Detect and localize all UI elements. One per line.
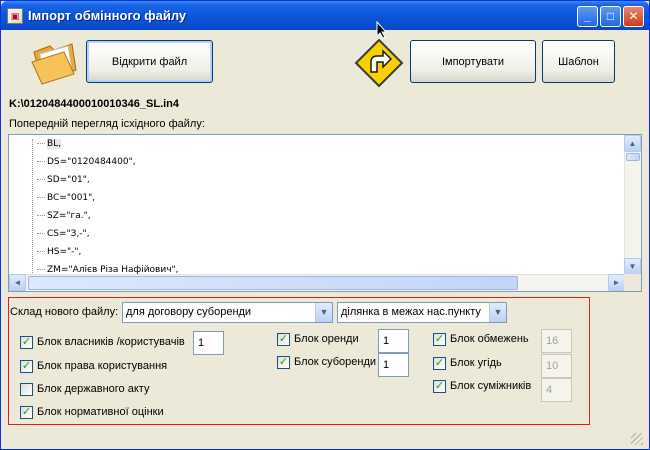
scroll-up-icon[interactable]: ▲: [624, 135, 641, 152]
scroll-left-icon[interactable]: ◄: [9, 274, 26, 291]
open-folder-icon: [31, 43, 77, 85]
open-file-button[interactable]: Відкрити файл: [86, 40, 213, 83]
chevron-down-icon: ▼: [315, 303, 332, 322]
window-client: Відкрити файл Імпортувати Шаблон K:\0120…: [4, 30, 646, 448]
normative-checkbox[interactable]: ✓: [20, 406, 33, 419]
normative-label: Блок нормативної оцінки: [37, 406, 164, 418]
tree-node[interactable]: BC="001",: [37, 193, 95, 211]
import-arrow-icon: [354, 38, 404, 88]
rights-checkbox[interactable]: ✓: [20, 360, 33, 373]
state-act-checkbox[interactable]: [20, 383, 33, 396]
neighbors-checkbox[interactable]: ✓: [433, 380, 446, 393]
sublease-count-input[interactable]: 1: [378, 353, 409, 377]
owners-count-input[interactable]: 1: [193, 331, 224, 355]
agreements-label: Блок угідь: [450, 357, 502, 369]
neighbors-count-input: 4: [541, 378, 572, 402]
agreements-count-input: 10: [541, 354, 572, 378]
owners-label: Блок власників /користувачів: [37, 336, 185, 348]
window-title: Імпорт обмінного файлу: [28, 8, 187, 23]
tree-node[interactable]: SD="01",: [37, 175, 90, 193]
area-type-select[interactable]: ділянка в межах нас.пункту ▼: [337, 302, 507, 323]
rights-label: Блок права користування: [37, 360, 168, 372]
preview-label: Попередній перегляд іс­хідного файлу:: [9, 118, 205, 130]
mouse-cursor-icon: [376, 20, 388, 44]
tree-node[interactable]: CS="З,-",: [37, 229, 90, 247]
app-icon: ▣: [7, 8, 23, 24]
horizontal-scroll-thumb[interactable]: [28, 276, 518, 290]
lease-count-input[interactable]: 1: [378, 329, 409, 353]
neighbors-label: Блок суміжників: [450, 380, 532, 392]
import-window: ▣ Імпорт обмінного файлу _ □ ✕ Відкрити …: [0, 0, 650, 450]
tree-node[interactable]: HS="-",: [37, 247, 81, 265]
composition-label: Склад нового файлу:: [10, 306, 119, 318]
tree-node[interactable]: SZ="га.",: [37, 211, 91, 229]
close-button[interactable]: ✕: [623, 6, 644, 27]
state-act-label: Блок державного акту: [37, 383, 150, 395]
restrictions-count-input: 16: [541, 329, 572, 353]
file-composition-panel: Склад нового файлу: для договору суборен…: [8, 297, 590, 425]
agreements-checkbox[interactable]: ✓: [433, 357, 446, 370]
file-path: K:\0120484400010010346_SL.in4: [9, 98, 180, 110]
sublease-checkbox[interactable]: ✓: [277, 356, 290, 369]
horizontal-scrollbar[interactable]: ◄ ►: [9, 274, 626, 291]
preview-tree[interactable]: BL, DS="0120484400", SD="01", BC="001", …: [8, 134, 642, 292]
minimize-button[interactable]: _: [577, 6, 598, 27]
template-button[interactable]: Шаблон: [542, 40, 615, 83]
restrictions-checkbox[interactable]: ✓: [433, 333, 446, 346]
contract-type-select[interactable]: для договору суборенди ▼: [122, 302, 333, 323]
import-button[interactable]: Імпортувати: [410, 40, 536, 83]
vertical-scroll-thumb[interactable]: [626, 153, 640, 161]
resize-grip[interactable]: [631, 433, 643, 445]
scroll-right-icon[interactable]: ►: [608, 274, 625, 291]
tree-node[interactable]: BL,: [37, 139, 62, 157]
tree-node[interactable]: DS="0120484400",: [37, 157, 136, 175]
title-bar[interactable]: ▣ Імпорт обмінного файлу _ □ ✕: [1, 1, 649, 30]
restrictions-label: Блок обмежень: [450, 333, 529, 345]
chevron-down-icon: ▼: [489, 303, 506, 322]
owners-checkbox[interactable]: ✓: [20, 336, 33, 349]
scroll-down-icon[interactable]: ▼: [624, 258, 641, 275]
maximize-button[interactable]: □: [600, 6, 621, 27]
sublease-label: Блок суборенди: [294, 356, 377, 368]
lease-label: Блок оренди: [294, 333, 359, 345]
lease-checkbox[interactable]: ✓: [277, 333, 290, 346]
vertical-scrollbar[interactable]: ▲ ▼: [624, 135, 641, 275]
